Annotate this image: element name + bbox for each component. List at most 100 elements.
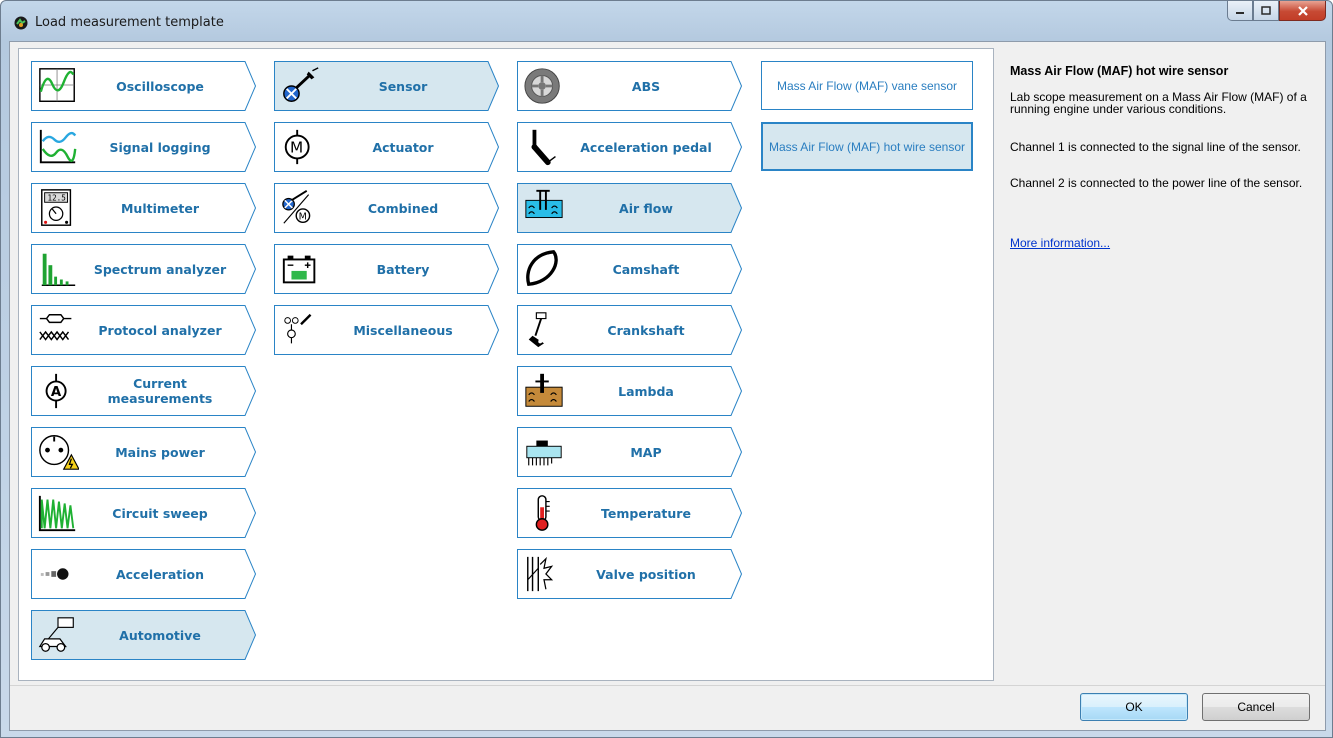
map-icon	[526, 440, 562, 466]
sensors-tile-label: ABS	[631, 78, 661, 94]
sensors-tile-label: Crankshaft	[607, 322, 685, 338]
categories-tile-label: Circuit sweep	[112, 505, 208, 521]
types-tile-label: Sensor	[378, 78, 428, 94]
valve-position-icon	[527, 556, 554, 592]
description-panel: Mass Air Flow (MAF) hot wire sensor Lab …	[1002, 48, 1318, 681]
categories-tile-oscilloscope[interactable]: Oscilloscope	[31, 61, 256, 111]
sensors-tile-valve-position[interactable]: Valve position	[517, 549, 742, 599]
svg-text:M: M	[290, 139, 303, 157]
ammeter-icon: A	[45, 373, 67, 409]
template-browser: Oscilloscope Signal logging 12.5 Multimeter…	[18, 48, 994, 681]
oscilloscope-icon	[39, 68, 75, 102]
sensors-tile-label: Air flow	[619, 200, 673, 216]
sensors-tile-air-flow[interactable]: Air flow	[517, 183, 742, 233]
types-tile-label: Actuator	[372, 139, 434, 155]
sensors-tile-acceleration-pedal[interactable]: Acceleration pedal	[517, 122, 742, 172]
circuit-sweep-icon	[38, 495, 76, 532]
spectrum-analyzer-icon	[41, 253, 76, 286]
protocol-analyzer-icon	[39, 314, 72, 341]
categories-tile-circuit-sweep[interactable]: Circuit sweep	[31, 488, 256, 538]
svg-text:12.5: 12.5	[48, 193, 66, 202]
categories-tile-protocol-analyzer[interactable]: Protocol analyzer	[31, 305, 256, 355]
sensors-tile-camshaft[interactable]: Camshaft	[517, 244, 742, 294]
sensors-tile-label: Temperature	[601, 505, 691, 521]
categories-tile-automotive[interactable]: Automotive	[31, 610, 256, 660]
close-button[interactable]	[1279, 1, 1326, 21]
close-icon	[1297, 5, 1308, 16]
sensors-tile-abs[interactable]: ABS	[517, 61, 742, 111]
categories-tile-label: Current measurements	[107, 376, 213, 406]
more-information-link[interactable]: More information...	[1010, 236, 1110, 250]
sensors-tile-crankshaft[interactable]: Crankshaft	[517, 305, 742, 355]
types-tile-actuator[interactable]: M Actuator	[274, 122, 499, 172]
types-tile-label: Battery	[376, 261, 430, 277]
dialog-client-area: Oscilloscope Signal logging 12.5 Multimeter…	[9, 41, 1326, 731]
svg-text:A: A	[51, 385, 62, 400]
miscellaneous-icon	[284, 313, 312, 344]
categories-tile-label: Protocol analyzer	[98, 322, 222, 338]
sensors-tile-label: Valve position	[596, 566, 696, 582]
air-flow-icon	[525, 189, 563, 219]
battery-icon	[282, 255, 316, 284]
cancel-button[interactable]: Cancel	[1202, 693, 1310, 721]
types-tile-combined[interactable]: M Combined	[274, 183, 499, 233]
categories-tile-multimeter[interactable]: 12.5 Multimeter	[31, 183, 256, 233]
types-tile-label: Combined	[367, 200, 439, 216]
abs-wheel-icon	[524, 68, 560, 104]
sensors-tile-label: Lambda	[618, 383, 674, 399]
multimeter-icon: 12.5	[41, 189, 72, 226]
categories-tile-label: Multimeter	[120, 200, 199, 216]
thermometer-icon	[535, 495, 550, 531]
categories-tile-label: Spectrum analyzer	[93, 261, 227, 277]
description-channel-1: Channel 1 is connected to the signal lin…	[1010, 140, 1301, 154]
description-channel-2: Channel 2 is connected to the power line…	[1010, 176, 1303, 190]
combined-icon: M	[282, 190, 311, 224]
svg-text:M: M	[299, 211, 307, 222]
lambda-icon	[525, 373, 563, 407]
description-summary: Lab scope measurement on a Mass Air Flow…	[1010, 90, 1307, 116]
caption-buttons	[1227, 1, 1326, 22]
types-tile-label: Miscellaneous	[353, 322, 453, 338]
categories-tile-label: Mains power	[115, 444, 205, 460]
template-option[interactable]: Mass Air Flow (MAF) vane sensor	[761, 61, 973, 110]
minimize-icon	[1236, 11, 1244, 14]
dialog-window: Load measurement template Oscilloscope Si…	[0, 0, 1333, 738]
sensors-tile-map[interactable]: MAP	[517, 427, 742, 477]
automotive-icon	[38, 617, 74, 652]
window-title: Load measurement template	[35, 15, 224, 30]
categories-tile-label: Oscilloscope	[116, 78, 204, 94]
sensors-tile-label: MAP	[630, 444, 662, 460]
camshaft-icon	[526, 250, 558, 287]
types-tile-battery[interactable]: Battery	[274, 244, 499, 294]
title-bar[interactable]: Load measurement template	[1, 1, 1332, 41]
button-bar-separator	[10, 685, 1325, 686]
acceleration-icon	[40, 568, 69, 580]
template-option[interactable]: Mass Air Flow (MAF) hot wire sensor	[761, 122, 973, 171]
sensors-tile-lambda[interactable]: Lambda	[517, 366, 742, 416]
types-tile-sensor[interactable]: Sensor	[274, 61, 499, 111]
mains-power-icon	[39, 435, 79, 470]
categories-tile-label: Automotive	[119, 627, 201, 643]
sensors-tile-label: Camshaft	[612, 261, 680, 277]
crankshaft-icon	[528, 312, 547, 348]
categories-tile-acceleration[interactable]: Acceleration	[31, 549, 256, 599]
sensor-icon	[283, 67, 319, 102]
categories-tile-label: Acceleration	[115, 566, 205, 582]
description-title: Mass Air Flow (MAF) hot wire sensor	[1010, 64, 1229, 78]
sensors-tile-temperature[interactable]: Temperature	[517, 488, 742, 538]
sensors-tile-label: Acceleration pedal	[580, 139, 712, 155]
categories-tile-spectrum-analyzer[interactable]: Spectrum analyzer	[31, 244, 256, 294]
types-tile-miscellaneous[interactable]: Miscellaneous	[274, 305, 499, 355]
categories-tile-signal-logging[interactable]: Signal logging	[31, 122, 256, 172]
signal-logging-icon	[39, 129, 77, 164]
categories-tile-mains-power[interactable]: Mains power	[31, 427, 256, 477]
categories-tile-current-measurements[interactable]: A Current measurements	[31, 366, 256, 416]
maximize-icon	[1261, 6, 1271, 15]
app-icon	[14, 16, 28, 30]
pedal-icon	[531, 129, 556, 166]
ok-button[interactable]: OK	[1080, 693, 1188, 721]
minimize-button[interactable]	[1227, 1, 1253, 21]
motor-icon: M	[284, 129, 310, 165]
maximize-button[interactable]	[1253, 1, 1279, 21]
categories-tile-label: Signal logging	[109, 139, 211, 155]
